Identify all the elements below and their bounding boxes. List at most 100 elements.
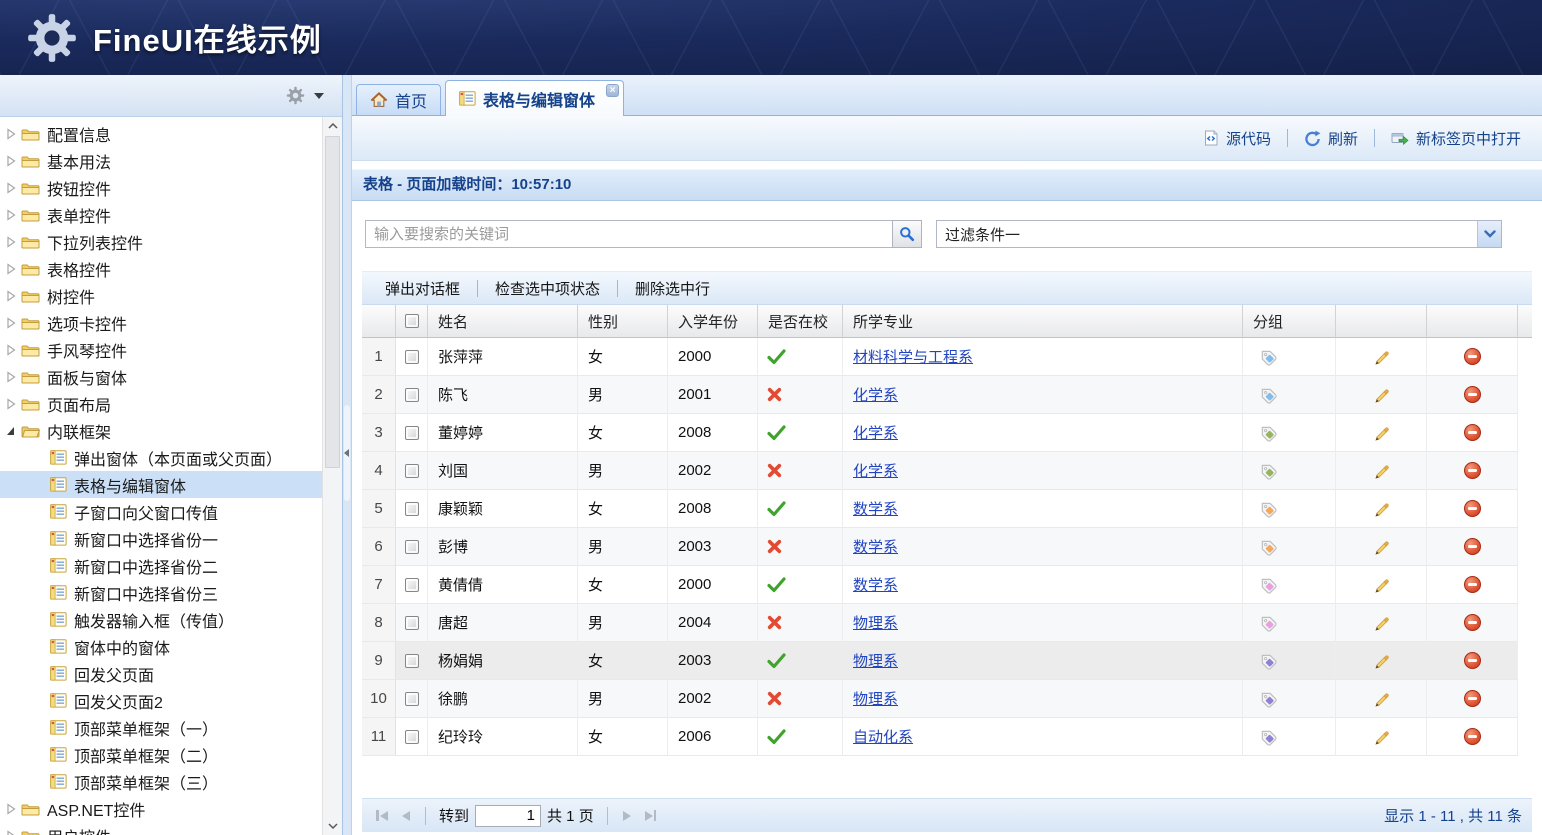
open-new-tab-button[interactable]: 新标签页中打开 xyxy=(1378,128,1534,149)
table-row[interactable]: 9 杨娟娟 女 2003 xyxy=(362,642,1532,680)
table-row[interactable]: 1 张萍萍 女 2000 xyxy=(362,338,1532,376)
check-selected-button[interactable]: 检查选中项状态 xyxy=(478,278,617,299)
table-row[interactable]: 3 董婷婷 女 2008 xyxy=(362,414,1532,452)
row-checkbox[interactable] xyxy=(405,540,419,554)
filter-dropdown[interactable]: 过滤条件一 xyxy=(936,220,1502,248)
tree-folder-item[interactable]: 用户控件 xyxy=(0,822,342,835)
tree-leaf-item[interactable]: 子窗口向父窗口传值 xyxy=(0,498,342,525)
expand-arrow-icon[interactable] xyxy=(6,398,16,410)
delete-row-icon[interactable] xyxy=(1464,386,1481,403)
sidebar-scrollbar[interactable] xyxy=(322,117,342,835)
edit-pencil-icon[interactable] xyxy=(1373,462,1390,479)
table-row[interactable]: 6 彭博 男 2003 xyxy=(362,528,1532,566)
row-checkbox[interactable] xyxy=(405,350,419,364)
major-link[interactable]: 物理系 xyxy=(853,688,898,709)
row-checkbox[interactable] xyxy=(405,502,419,516)
expand-arrow-icon[interactable] xyxy=(6,830,16,835)
tree-leaf-item[interactable]: 顶部菜单框架（一） xyxy=(0,714,342,741)
tree-folder-item[interactable]: 下拉列表控件 xyxy=(0,228,342,255)
column-header-major[interactable]: 所学专业 xyxy=(843,305,1243,338)
tree-leaf-item[interactable]: 表格与编辑窗体 xyxy=(0,471,342,498)
major-link[interactable]: 物理系 xyxy=(853,612,898,633)
scrollbar-thumb[interactable] xyxy=(325,136,340,468)
tab-close-icon[interactable]: × xyxy=(606,84,619,97)
edit-pencil-icon[interactable] xyxy=(1373,576,1390,593)
tab-home[interactable]: 首页 xyxy=(356,84,441,115)
edit-pencil-icon[interactable] xyxy=(1373,690,1390,707)
open-dialog-button[interactable]: 弹出对话框 xyxy=(368,278,477,299)
edit-pencil-icon[interactable] xyxy=(1373,348,1390,365)
tree-folder-item[interactable]: 表单控件 xyxy=(0,201,342,228)
first-page-button[interactable] xyxy=(370,805,394,827)
expand-arrow-icon[interactable] xyxy=(6,182,16,194)
major-link[interactable]: 数学系 xyxy=(853,574,898,595)
edit-pencil-icon[interactable] xyxy=(1373,424,1390,441)
splitter-handle[interactable] xyxy=(344,405,350,501)
row-checkbox[interactable] xyxy=(405,616,419,630)
edit-pencil-icon[interactable] xyxy=(1373,728,1390,745)
tree-folder-item[interactable]: 表格控件 xyxy=(0,255,342,282)
scroll-down-button[interactable] xyxy=(323,817,342,835)
tree-leaf-item[interactable]: 顶部菜单框架（二） xyxy=(0,741,342,768)
tree-folder-item[interactable]: ASP.NET控件 xyxy=(0,795,342,822)
scroll-up-button[interactable] xyxy=(323,117,342,135)
tree-leaf-item[interactable]: 弹出窗体（本页面或父页面） xyxy=(0,444,342,471)
column-header-at-school[interactable]: 是否在校 xyxy=(758,305,843,338)
edit-pencil-icon[interactable] xyxy=(1373,386,1390,403)
expand-arrow-icon[interactable] xyxy=(6,317,16,329)
expand-arrow-icon[interactable] xyxy=(6,263,16,275)
tree-folder-item-expanded[interactable]: 内联框架 xyxy=(0,417,342,444)
tree-folder-item[interactable]: 基本用法 xyxy=(0,147,342,174)
table-row[interactable]: 8 唐超 男 2004 xyxy=(362,604,1532,642)
refresh-button[interactable]: 刷新 xyxy=(1291,128,1371,149)
table-row[interactable]: 7 黄倩倩 女 2000 xyxy=(362,566,1532,604)
dropdown-button[interactable] xyxy=(1477,221,1501,247)
major-link[interactable]: 数学系 xyxy=(853,536,898,557)
tree-leaf-item[interactable]: 回发父页面 xyxy=(0,660,342,687)
expand-arrow-icon[interactable] xyxy=(6,371,16,383)
tree-leaf-item[interactable]: 顶部菜单框架（三） xyxy=(0,768,342,795)
delete-row-icon[interactable] xyxy=(1464,728,1481,745)
table-row[interactable]: 5 康颖颖 女 2008 xyxy=(362,490,1532,528)
edit-pencil-icon[interactable] xyxy=(1373,538,1390,555)
row-checkbox[interactable] xyxy=(405,730,419,744)
column-header-gender[interactable]: 性别 xyxy=(578,305,668,338)
page-number-input[interactable] xyxy=(475,805,541,827)
major-link[interactable]: 数学系 xyxy=(853,498,898,519)
delete-row-icon[interactable] xyxy=(1464,652,1481,669)
column-header-name[interactable]: 姓名 xyxy=(428,305,578,338)
search-input[interactable] xyxy=(365,220,893,248)
row-checkbox[interactable] xyxy=(405,654,419,668)
expand-arrow-icon[interactable] xyxy=(6,290,16,302)
table-row[interactable]: 4 刘国 男 2002 xyxy=(362,452,1532,490)
tree-leaf-item[interactable]: 触发器输入框（传值） xyxy=(0,606,342,633)
row-checkbox[interactable] xyxy=(405,426,419,440)
delete-row-icon[interactable] xyxy=(1464,462,1481,479)
tree-folder-item[interactable]: 按钮控件 xyxy=(0,174,342,201)
expand-arrow-icon[interactable] xyxy=(6,128,16,140)
column-header-year[interactable]: 入学年份 xyxy=(668,305,758,338)
collapse-sidebar-arrow-icon[interactable] xyxy=(344,449,349,457)
last-page-button[interactable] xyxy=(639,805,663,827)
major-link[interactable]: 化学系 xyxy=(853,460,898,481)
delete-row-icon[interactable] xyxy=(1464,424,1481,441)
prev-page-button[interactable] xyxy=(394,805,418,827)
expand-arrow-icon[interactable] xyxy=(6,236,16,248)
next-page-button[interactable] xyxy=(615,805,639,827)
tree-leaf-item[interactable]: 回发父页面2 xyxy=(0,687,342,714)
major-link[interactable]: 化学系 xyxy=(853,384,898,405)
edit-pencil-icon[interactable] xyxy=(1373,652,1390,669)
major-link[interactable]: 化学系 xyxy=(853,422,898,443)
table-row[interactable]: 11 纪玲玲 女 2006 xyxy=(362,718,1532,756)
major-link[interactable]: 自动化系 xyxy=(853,726,913,747)
delete-row-icon[interactable] xyxy=(1464,690,1481,707)
tree-leaf-item[interactable]: 新窗口中选择省份二 xyxy=(0,552,342,579)
select-all-checkbox[interactable] xyxy=(405,314,419,328)
table-row[interactable]: 2 陈飞 男 2001 xyxy=(362,376,1532,414)
tree-folder-item[interactable]: 页面布局 xyxy=(0,390,342,417)
delete-row-icon[interactable] xyxy=(1464,614,1481,631)
collapse-arrow-icon[interactable] xyxy=(6,425,16,437)
major-link[interactable]: 材料科学与工程系 xyxy=(853,346,973,367)
table-row[interactable]: 10 徐鹏 男 2002 xyxy=(362,680,1532,718)
row-checkbox[interactable] xyxy=(405,388,419,402)
